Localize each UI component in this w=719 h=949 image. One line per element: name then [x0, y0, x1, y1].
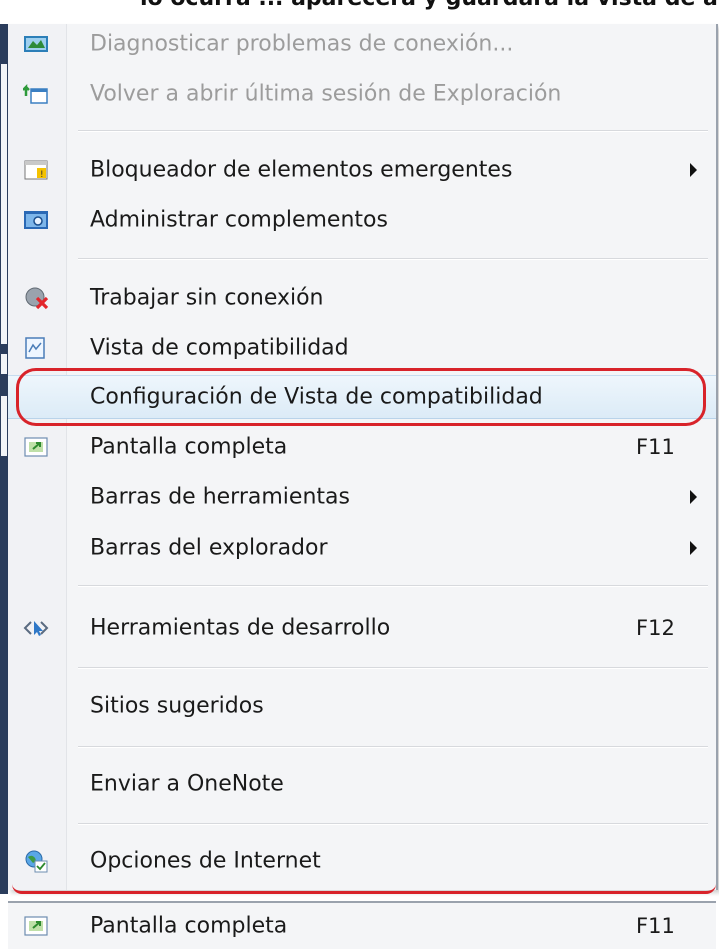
menu-item-explorer-bars[interactable]: Barras del explorador [8, 526, 716, 570]
menu-separator [78, 130, 708, 132]
top-caption-strip: lo ocurra ... aparecerá y guardará la vi… [0, 0, 719, 24]
menu-item-fullscreen-repeat[interactable]: Pantalla completa F11 [8, 901, 716, 949]
menu-item-label: Bloqueador de elementos emergentes [90, 157, 513, 183]
menu-item-label: Volver a abrir última sesión de Explorac… [90, 81, 562, 107]
menu-item-label: Herramientas de desarrollo [90, 615, 391, 641]
menu-item-label: Vista de compatibilidad [90, 335, 349, 361]
submenu-arrow-icon [690, 490, 697, 504]
menu-item-diagnose[interactable]: Diagnosticar problemas de conexión... [8, 22, 716, 66]
background-window-edge [0, 24, 8, 894]
menu-item-developer-tools[interactable]: Herramientas de desarrollo F12 [8, 606, 716, 650]
menu-item-label: Barras del explorador [90, 535, 328, 561]
menu-item-label: Configuración de Vista de compatibilidad [90, 384, 543, 410]
submenu-arrow-icon [690, 541, 697, 555]
svg-text:!: ! [40, 170, 44, 180]
menu-separator [78, 823, 708, 825]
menu-item-popup-blocker[interactable]: ! Bloqueador de elementos emergentes [8, 148, 716, 192]
top-caption: lo ocurra ... aparecerá y guardará la vi… [140, 0, 719, 11]
menu-item-toolbars[interactable]: Barras de herramientas [8, 475, 716, 519]
menu-separator [78, 258, 708, 260]
menu-item-suggested-sites[interactable]: Sitios sugeridos [8, 684, 716, 728]
menu-item-compatibility-view-settings[interactable]: Configuración de Vista de compatibilidad [8, 375, 716, 419]
diagnose-network-icon [23, 32, 49, 56]
menu-item-label: Pantalla completa [90, 434, 288, 460]
menu-item-internet-options[interactable]: Opciones de Internet [8, 839, 716, 883]
menu-separator [78, 667, 708, 669]
menu-item-label: Enviar a OneNote [90, 771, 284, 797]
fullscreen-icon [23, 435, 49, 459]
shortcut-key: F11 [636, 914, 675, 938]
menu-item-label: Trabajar sin conexión [90, 285, 324, 311]
menu-item-label: Opciones de Internet [90, 848, 321, 874]
fullscreen-icon [23, 914, 49, 938]
shortcut-key: F12 [636, 616, 675, 640]
manage-addons-icon [23, 208, 49, 232]
menu-item-manage-addons[interactable]: Administrar complementos [8, 198, 716, 242]
popup-blocker-icon: ! [23, 158, 49, 182]
menu-item-label: Administrar complementos [90, 207, 388, 233]
menu-item-label: Diagnosticar problemas de conexión... [90, 31, 514, 57]
compatibility-view-icon [23, 336, 49, 360]
developer-tools-icon [23, 616, 49, 640]
menu-separator [78, 585, 708, 587]
menu-item-compatibility-view[interactable]: Vista de compatibilidad [8, 326, 716, 370]
menu-item-work-offline[interactable]: Trabajar sin conexión [8, 276, 716, 320]
menu-item-send-to-onenote[interactable]: Enviar a OneNote [8, 762, 716, 806]
work-offline-icon [23, 286, 49, 310]
menu-separator [78, 746, 708, 748]
menu-item-label: Pantalla completa [90, 913, 288, 939]
menu-item-label: Sitios sugeridos [90, 693, 264, 719]
menu-item-fullscreen[interactable]: Pantalla completa F11 [8, 425, 716, 469]
tools-context-menu: Diagnosticar problemas de conexión... Vo… [8, 24, 718, 890]
menu-item-label: Barras de herramientas [90, 484, 350, 510]
reopen-session-icon [22, 82, 49, 106]
shortcut-key: F11 [636, 435, 675, 459]
submenu-arrow-icon [690, 163, 697, 177]
menu-item-reopen-session[interactable]: Volver a abrir última sesión de Explorac… [8, 72, 716, 116]
internet-options-icon [23, 849, 49, 873]
